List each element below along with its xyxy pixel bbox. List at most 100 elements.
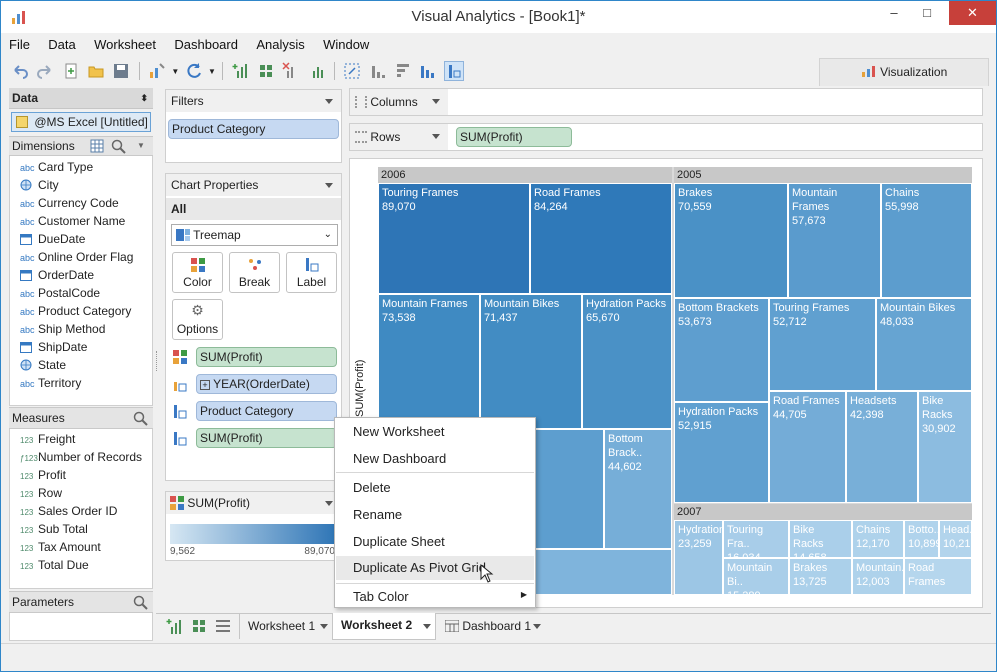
mark-break-pill[interactable]: + YEAR(OrderDate) (196, 374, 337, 394)
treemap-cell[interactable]: Mountain Frames 57,673 (788, 183, 881, 298)
dimension-field[interactable]: DueDate (20, 230, 85, 248)
treemap-cell[interactable]: Mountain.. 12,003 (852, 558, 904, 595)
menu-window[interactable]: Window (323, 37, 369, 52)
search-icon[interactable] (111, 139, 126, 154)
rows-pill[interactable]: SUM(Profit) (456, 127, 572, 147)
redo-icon[interactable] (36, 62, 54, 80)
chevron-down-icon[interactable] (432, 99, 440, 104)
treemap-cell[interactable]: Touring Frames 89,070 (378, 183, 530, 294)
treemap-cell[interactable]: Bottom Brackets 53,673 (674, 298, 769, 402)
treemap-cell[interactable]: Touring Fra.. 16,034 (723, 520, 789, 558)
new-worksheet-icon[interactable] (166, 618, 182, 634)
chevron-down-icon[interactable] (325, 501, 333, 506)
dimension-field[interactable]: abc Product Category (20, 302, 131, 320)
measure-field[interactable]: 123 Sales Order ID (20, 502, 117, 520)
measure-field[interactable]: 123 Total Due (20, 556, 89, 574)
treemap-cell[interactable]: Chains 55,998 (881, 183, 972, 298)
minimize-button[interactable]: – (880, 1, 908, 25)
menu-data[interactable]: Data (48, 37, 75, 52)
fit-width-icon[interactable] (419, 62, 437, 80)
splitter[interactable] (156, 351, 159, 371)
treemap-cell[interactable]: Bike Racks 14,658 (789, 520, 852, 558)
clear-sheet-icon[interactable] (282, 62, 300, 80)
treemap-cell[interactable]: Mountain Bi..15,289 (723, 558, 789, 595)
swap-icon[interactable] (343, 62, 361, 80)
maximize-button[interactable]: □ (913, 1, 941, 25)
show-labels-icon[interactable] (443, 61, 464, 81)
treemap-cell[interactable]: Road Frames (904, 558, 972, 595)
options-button[interactable]: ⚙ Options (172, 299, 223, 340)
data-source[interactable]: @MS Excel [Untitled] (11, 112, 151, 132)
measure-field[interactable]: 123 Tax Amount (20, 538, 101, 556)
show-me-icon[interactable] (148, 62, 166, 80)
treemap-cell[interactable]: Touring Frames 52,712 (769, 298, 876, 391)
treemap-cell[interactable]: Road Frames 84,264 (530, 183, 672, 294)
tab-dashboard-1[interactable]: Dashboard 1 (437, 614, 547, 639)
menu-item-delete[interactable]: Delete (336, 476, 534, 500)
chevron-down-icon[interactable]: ▼ (137, 137, 145, 155)
sheet-list-icon[interactable] (215, 619, 231, 633)
mark-label-pill[interactable]: Product Category (196, 401, 337, 421)
filter-pill[interactable]: Product Category (168, 119, 339, 139)
tab-worksheet-1[interactable]: Worksheet 1 (239, 614, 331, 639)
chevron-down-icon[interactable] (325, 183, 333, 188)
treemap-cell[interactable]: Botto.. 10,899 (904, 520, 939, 558)
chevron-down-icon[interactable] (320, 624, 328, 629)
break-button[interactable]: Break (229, 252, 280, 293)
sort-ascending-icon[interactable] (369, 62, 387, 80)
visualization-tab[interactable]: Visualization (819, 58, 989, 86)
chevron-down-icon[interactable]: ▼ (208, 67, 216, 76)
chevron-down-icon[interactable] (533, 624, 541, 629)
menu-item-duplicate-pivot-grid[interactable]: Duplicate As Pivot Grid (336, 556, 534, 580)
chart-type-select[interactable]: Treemap ⌄ (171, 224, 338, 246)
open-icon[interactable] (87, 62, 105, 80)
measure-field[interactable]: ƒ123Number of Records (20, 448, 142, 466)
dimension-field[interactable]: abc PostalCode (20, 284, 100, 302)
search-icon[interactable] (133, 411, 148, 426)
dimension-field[interactable]: abc Customer Name (20, 212, 125, 230)
chevron-down-icon[interactable] (423, 624, 431, 629)
color-button[interactable]: Color (172, 252, 223, 293)
dimension-field[interactable]: ShipDate (20, 338, 87, 356)
menu-item-tab-color[interactable]: Tab Color (336, 585, 534, 609)
tab-worksheet-2[interactable]: Worksheet 2 (332, 613, 436, 640)
menu-item-duplicate-sheet[interactable]: Duplicate Sheet (336, 530, 534, 554)
treemap-cell[interactable]: Mountain Bikes 48,033 (876, 298, 972, 391)
search-icon[interactable] (133, 595, 148, 610)
measure-field[interactable]: 123 Sub Total (20, 520, 88, 538)
close-button[interactable]: ✕ (949, 1, 996, 25)
new-dashboard-icon[interactable] (191, 618, 207, 634)
dimension-field[interactable]: abc Territory (20, 374, 81, 392)
duplicate-sheet-icon[interactable] (308, 62, 326, 80)
treemap-cell[interactable]: Bottom Brack.. 44,602 (604, 429, 672, 549)
chevron-down-icon[interactable]: ▼ (171, 67, 179, 76)
treemap-cell[interactable]: Mountain Bikes 71,437 (480, 294, 582, 429)
dimension-field[interactable]: abc Online Order Flag (20, 248, 133, 266)
measure-field[interactable]: 123 Row (20, 484, 62, 502)
treemap-cell[interactable]: Brakes 70,559 (674, 183, 788, 298)
dimension-field[interactable]: abc Card Type (20, 158, 93, 176)
dimension-field[interactable]: abc Currency Code (20, 194, 119, 212)
menu-item-new-dashboard[interactable]: New Dashboard (336, 447, 534, 471)
sort-icon[interactable]: ⬍ (140, 88, 148, 108)
menu-item-rename[interactable]: Rename (336, 503, 534, 527)
dimension-field[interactable]: abc Ship Method (20, 320, 105, 338)
treemap-cell[interactable]: Head.. 10,212 (939, 520, 972, 558)
menu-item-new-worksheet[interactable]: New Worksheet (336, 420, 534, 444)
save-icon[interactable] (112, 62, 130, 80)
mark-color-pill[interactable]: SUM(Profit) (196, 347, 337, 367)
treemap-cell[interactable]: Mountain Frames 73,538 (378, 294, 480, 429)
sort-descending-icon[interactable] (394, 62, 412, 80)
table-icon[interactable] (90, 139, 104, 153)
dimension-field[interactable]: State (20, 356, 66, 374)
measure-field[interactable]: 123 Profit (20, 466, 66, 484)
label-button[interactable]: Label (286, 252, 337, 293)
dimension-field[interactable]: OrderDate (20, 266, 94, 284)
treemap-cell[interactable]: Hydration.. 23,259 (674, 520, 723, 595)
treemap-cell[interactable]: Hydration Packs 52,915 (674, 402, 769, 503)
refresh-icon[interactable] (185, 62, 203, 80)
treemap-cell[interactable]: Road Frames 44,705 (769, 391, 846, 503)
measure-field[interactable]: 123 Freight (20, 430, 75, 448)
mark-label-pill-2[interactable]: SUM(Profit) (196, 428, 337, 448)
new-icon[interactable] (62, 62, 80, 80)
